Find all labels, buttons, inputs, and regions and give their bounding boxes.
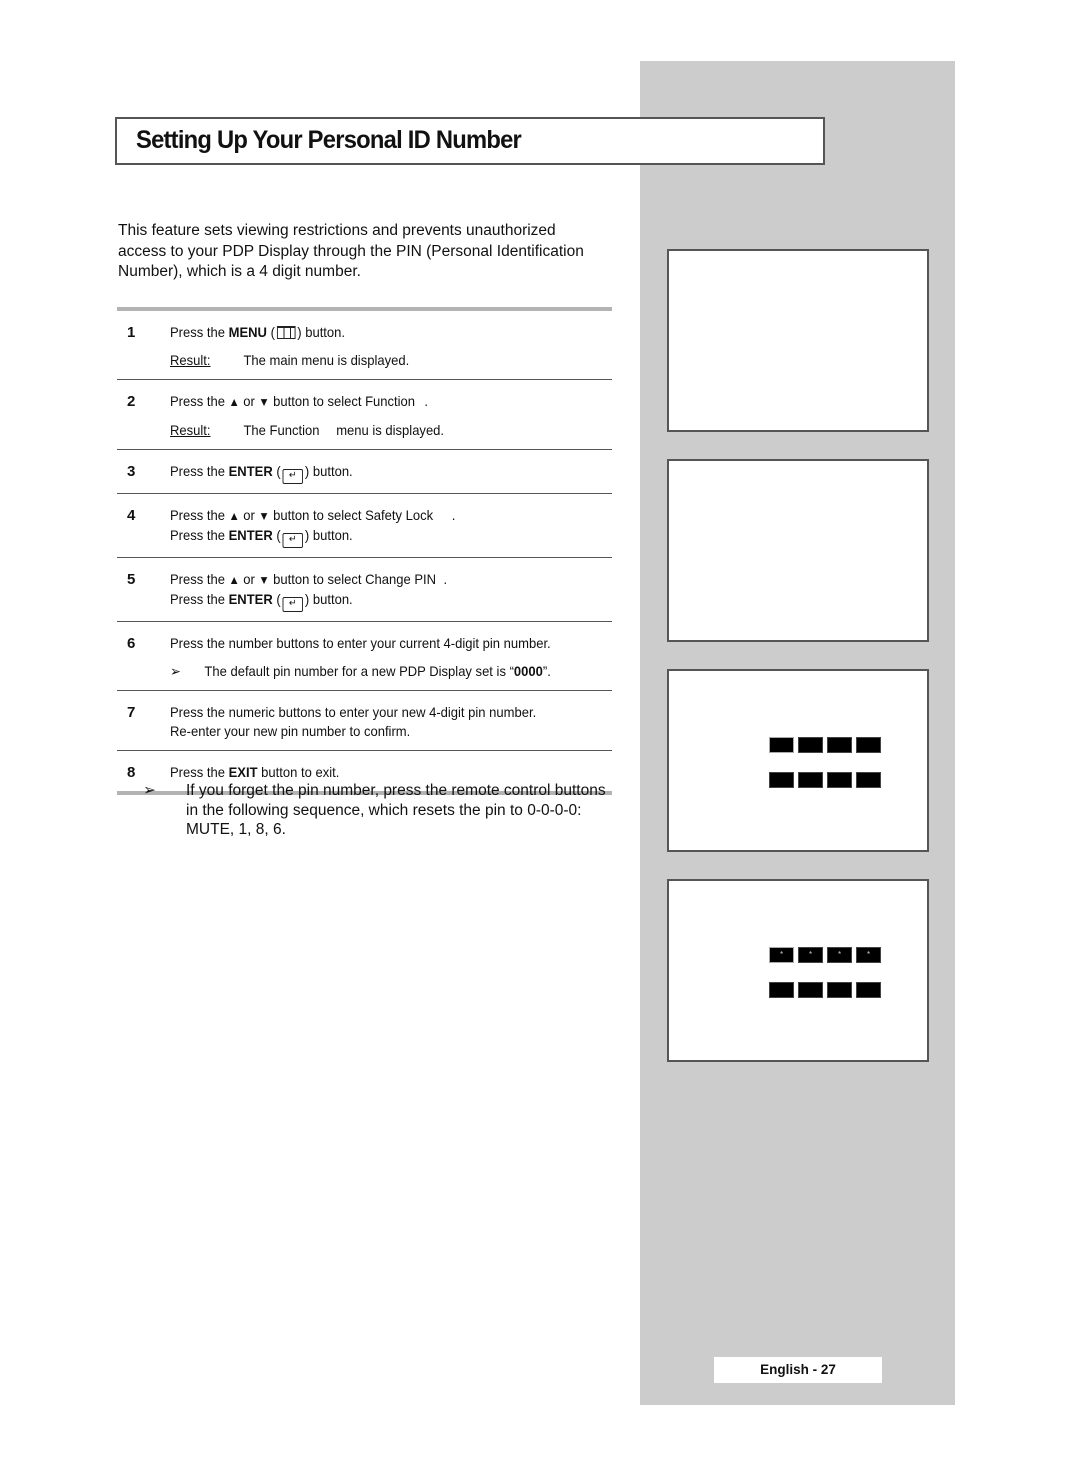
note-arrow-icon: ➢ bbox=[170, 663, 181, 679]
enter-button-label: ENTER bbox=[228, 463, 273, 479]
step-5: 5 Press the ▲ or ▼ button to select Chan… bbox=[117, 557, 612, 621]
tip-text: If you forget the pin number, press the … bbox=[186, 782, 606, 838]
step-2: 2 Press the ▲ or ▼ button to select Func… bbox=[117, 379, 612, 449]
pin-confirm-row bbox=[769, 772, 881, 788]
result-label: Result: bbox=[170, 352, 211, 368]
pin-confirm-row bbox=[769, 982, 881, 998]
up-arrow-icon: ▲ bbox=[228, 509, 240, 523]
pin-entry-row bbox=[769, 737, 881, 753]
down-arrow-icon: ▼ bbox=[258, 395, 270, 409]
pin-digit-box bbox=[856, 982, 881, 998]
step-number: 2 bbox=[127, 393, 136, 410]
result-label: Result: bbox=[170, 422, 211, 438]
step-4: 4 Press the ▲ or ▼ button to select Safe… bbox=[117, 493, 612, 557]
pin-entry-row: * * * * bbox=[769, 947, 881, 963]
down-arrow-icon: ▼ bbox=[258, 509, 270, 523]
pin-digit-box bbox=[769, 737, 794, 753]
menu-button-label: MENU bbox=[228, 324, 267, 340]
pin-digit-box bbox=[827, 982, 852, 998]
tip-note: ➢ If you forget the pin number, press th… bbox=[143, 781, 618, 840]
step-number: 5 bbox=[127, 571, 136, 588]
enter-button-label: ENTER bbox=[228, 591, 273, 607]
pin-digit-box bbox=[827, 772, 852, 788]
pin-digit-box bbox=[856, 737, 881, 753]
pin-digit-box bbox=[856, 772, 881, 788]
step-7: 7 Press the numeric buttons to enter you… bbox=[117, 690, 612, 750]
exit-button-label: EXIT bbox=[228, 764, 258, 780]
tip-arrow-icon: ➢ bbox=[143, 782, 156, 799]
pin-digit-masked: * bbox=[856, 947, 881, 963]
enter-icon: ↵ bbox=[282, 597, 304, 612]
pin-digit-box bbox=[769, 982, 794, 998]
pin-digit-box bbox=[798, 772, 823, 788]
page-number-label: English - 27 bbox=[714, 1357, 882, 1383]
down-arrow-icon: ▼ bbox=[258, 573, 270, 587]
screen-illustration-4: * * * * bbox=[667, 879, 929, 1062]
enter-icon: ↵ bbox=[282, 533, 304, 548]
pin-digit-box bbox=[798, 982, 823, 998]
screen-illustration-3 bbox=[667, 669, 929, 852]
step-6: 6 Press the number buttons to enter your… bbox=[117, 621, 612, 690]
screen-illustration-2 bbox=[667, 459, 929, 642]
page-title: Setting Up Your Personal ID Number bbox=[136, 126, 522, 154]
step-number: 3 bbox=[127, 463, 136, 480]
pin-digit-masked: * bbox=[827, 947, 852, 963]
up-arrow-icon: ▲ bbox=[228, 395, 240, 409]
pin-digit-box bbox=[769, 772, 794, 788]
menu-icon bbox=[276, 326, 296, 339]
step-3: 3 Press the ENTER (↵) button. bbox=[117, 449, 612, 493]
enter-icon: ↵ bbox=[282, 469, 304, 484]
step-number: 7 bbox=[127, 704, 136, 721]
step-number: 1 bbox=[127, 324, 136, 341]
pin-digit-masked: * bbox=[769, 947, 794, 963]
pin-digit-box bbox=[798, 737, 823, 753]
enter-button-label: ENTER bbox=[228, 527, 273, 543]
step-number: 6 bbox=[127, 635, 136, 652]
pin-digit-masked: * bbox=[798, 947, 823, 963]
pin-digit-box bbox=[827, 737, 852, 753]
step-1: 1 Press the MENU () button. Result: The m… bbox=[127, 324, 410, 368]
step-number: 8 bbox=[127, 764, 136, 781]
step-number: 4 bbox=[127, 507, 136, 524]
screen-illustration-1 bbox=[667, 249, 929, 432]
steps-list: 1 Press the MENU () button. Result: The m… bbox=[117, 307, 612, 795]
title-box: Setting Up Your Personal ID Number bbox=[115, 117, 825, 165]
up-arrow-icon: ▲ bbox=[228, 573, 240, 587]
intro-paragraph: This feature sets viewing restrictions a… bbox=[118, 222, 584, 280]
